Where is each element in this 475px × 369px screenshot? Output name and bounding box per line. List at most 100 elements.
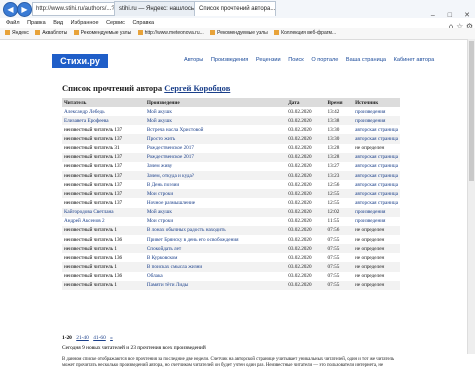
- tab-yandex[interactable]: stihi.ru — Яндекс: нашлось...: [114, 1, 200, 16]
- work-cell[interactable]: Памяти тёти Лиды: [144, 280, 287, 290]
- reader-cell: неизвестный читатель 1: [62, 225, 145, 235]
- date-cell: 03.02.2020: [288, 199, 312, 206]
- work-cell[interactable]: Мой акушк: [144, 116, 287, 126]
- nav-cabinet[interactable]: Кабинет автора: [394, 57, 435, 63]
- source-cell[interactable]: авторская страница: [353, 198, 400, 207]
- menu-tools[interactable]: Сервис: [106, 20, 125, 26]
- pager-link[interactable]: 21-40: [76, 335, 89, 341]
- fav-item[interactable]: http://www.meteonova.ru...: [137, 28, 204, 39]
- time-cell: 13:23: [325, 170, 354, 181]
- source-cell[interactable]: произведения: [353, 207, 400, 217]
- pager-next[interactable]: »: [110, 335, 113, 341]
- time-cell: 13:28: [325, 152, 354, 162]
- nav-works[interactable]: Произведения: [211, 57, 248, 63]
- work-cell[interactable]: Рождественское 2017: [145, 144, 286, 153]
- author-link[interactable]: Сергей Коробцов: [164, 83, 230, 93]
- col-date: Дата: [286, 98, 326, 107]
- work-cell[interactable]: Зачем, откуда и куда?: [144, 170, 287, 181]
- fav-item[interactable]: Рекомендуемые узлы: [210, 28, 268, 39]
- time-cell: 12:02: [325, 207, 354, 217]
- source-cell[interactable]: произведения: [353, 116, 400, 126]
- menu-view[interactable]: Вид: [53, 20, 63, 26]
- date-cell: 03.02.2020: [286, 225, 326, 235]
- work-cell[interactable]: Просто жить: [144, 134, 287, 144]
- work-cell[interactable]: Мой акушк: [145, 107, 286, 116]
- source-cell: не определен: [355, 273, 385, 280]
- work-cell[interactable]: В Курковском: [145, 253, 286, 262]
- time-cell: 13:38: [325, 116, 354, 126]
- menu-file[interactable]: Файл: [6, 20, 20, 26]
- fav-item[interactable]: Акваблоты: [35, 28, 67, 39]
- reader-cell[interactable]: Александр Лебедь: [62, 107, 145, 116]
- readings-table: Читатель Произведение Дата Время Источни…: [62, 98, 400, 290]
- work-cell[interactable]: Зачем живу: [145, 162, 286, 171]
- table-row: неизвестный читатель 136 Облака 03.02.2020…: [62, 272, 400, 281]
- date-cell: 03.02.2020: [288, 236, 312, 243]
- date-cell: 03.02.2020: [288, 181, 312, 188]
- reader-cell[interactable]: Кайгородова Светлана: [62, 207, 145, 217]
- date-cell: 03.02.2020: [288, 108, 312, 115]
- reader-cell: неизвестный читатель 137: [62, 189, 145, 199]
- work-cell[interactable]: Привет Брянску в день его освобождения: [145, 235, 286, 244]
- table-row: неизвестный читатель 137 Зачем, откуда и …: [62, 170, 400, 181]
- source-cell[interactable]: авторская страница: [353, 189, 400, 199]
- work-cell[interactable]: Мой акушк: [144, 207, 287, 217]
- work-cell[interactable]: Спокойдать лет: [144, 244, 287, 254]
- reader-cell[interactable]: Елизавета Ерофеева: [62, 116, 145, 126]
- forward-button-icon[interactable]: ▶: [17, 2, 32, 17]
- today-summary: Сегодня 9 новых читателей и 23 прочтения…: [62, 345, 206, 351]
- time-cell: 13:30: [327, 126, 340, 133]
- pager-link[interactable]: 41-60: [93, 335, 106, 341]
- time-cell: 07:55: [325, 262, 354, 272]
- nav-reviews[interactable]: Рецензии: [256, 57, 281, 63]
- source-cell[interactable]: авторская страница: [353, 170, 400, 181]
- source-cell[interactable]: авторская страница: [353, 162, 400, 171]
- site-logo[interactable]: Стихи.ру: [52, 54, 108, 68]
- nav-authors[interactable]: Авторы: [184, 57, 203, 63]
- table-row: Андрей Аксенов 2 Мои строки 03.02.2020 11:5…: [62, 217, 400, 226]
- reader-cell: неизвестный читатель 1: [62, 280, 145, 290]
- table-row: неизвестный читатель 137 Просто жить 03.02…: [62, 134, 400, 144]
- fav-item[interactable]: Рекомендуемые узлы: [73, 28, 131, 39]
- bookmark-icon: [73, 30, 79, 36]
- source-cell[interactable]: авторская страница: [353, 125, 400, 134]
- reader-cell[interactable]: Андрей Аксенов 2: [62, 217, 145, 226]
- work-cell[interactable]: Рождественское 2017: [144, 152, 287, 162]
- work-cell[interactable]: Мои строки: [145, 217, 286, 226]
- work-cell[interactable]: Ночное размышление: [145, 198, 286, 207]
- source-cell[interactable]: произведения: [353, 217, 400, 226]
- table-row: неизвестный читатель 137 Зачем живу 03.02.…: [62, 162, 400, 171]
- nav-about[interactable]: О портале: [311, 57, 338, 63]
- menu-edit[interactable]: Правка: [27, 20, 46, 26]
- back-button-icon[interactable]: ◀: [3, 2, 18, 17]
- date-cell: 03.02.2020: [286, 280, 326, 290]
- source-cell[interactable]: авторская страница: [353, 180, 400, 189]
- url-field[interactable]: http://www.stihi.ru/authors/...?a=korobc…: [32, 2, 115, 16]
- source-cell[interactable]: авторская страница: [353, 152, 400, 162]
- nav-your-page[interactable]: Ваша страница: [346, 57, 386, 63]
- fav-item[interactable]: Коллекция веб-фрагм...: [274, 28, 336, 39]
- source-cell[interactable]: авторская страница: [353, 134, 400, 144]
- nav-search[interactable]: Поиск: [288, 57, 304, 63]
- site-nav: Авторы Произведения Рецензии Поиск О пор…: [184, 57, 440, 63]
- tab-readings[interactable]: Список прочтений автора...: [194, 1, 276, 16]
- time-cell: 07:56: [325, 225, 354, 235]
- scrollbar[interactable]: [467, 39, 475, 354]
- menu-help[interactable]: Справка: [132, 20, 154, 26]
- table-row: неизвестный читатель 137 Мои строки 03.02.…: [62, 189, 400, 199]
- scrollbar-thumb[interactable]: [469, 41, 474, 181]
- reader-cell: неизвестный читатель 31: [64, 145, 120, 152]
- work-cell[interactable]: Встреча насла Христовой: [145, 125, 286, 134]
- work-cell[interactable]: В поисках смысла жизни: [144, 262, 287, 272]
- source-cell[interactable]: произведения: [353, 107, 400, 116]
- date-cell: 03.02.2020: [288, 254, 312, 261]
- menu-favorites[interactable]: Избранное: [71, 20, 99, 26]
- work-cell[interactable]: Облака: [145, 272, 286, 281]
- reader-cell: неизвестный читатель 137: [64, 181, 123, 188]
- work-cell[interactable]: В День поэзии: [145, 180, 286, 189]
- work-cell[interactable]: Мои строки: [144, 189, 287, 199]
- pagination: 1-20 21-40 41-60 »: [62, 335, 113, 341]
- work-cell[interactable]: В лонах обычных радость находить: [144, 225, 287, 235]
- fav-item[interactable]: Яндекс: [5, 28, 29, 39]
- table-row: неизвестный читатель 136 Привет Брянску в…: [62, 235, 400, 244]
